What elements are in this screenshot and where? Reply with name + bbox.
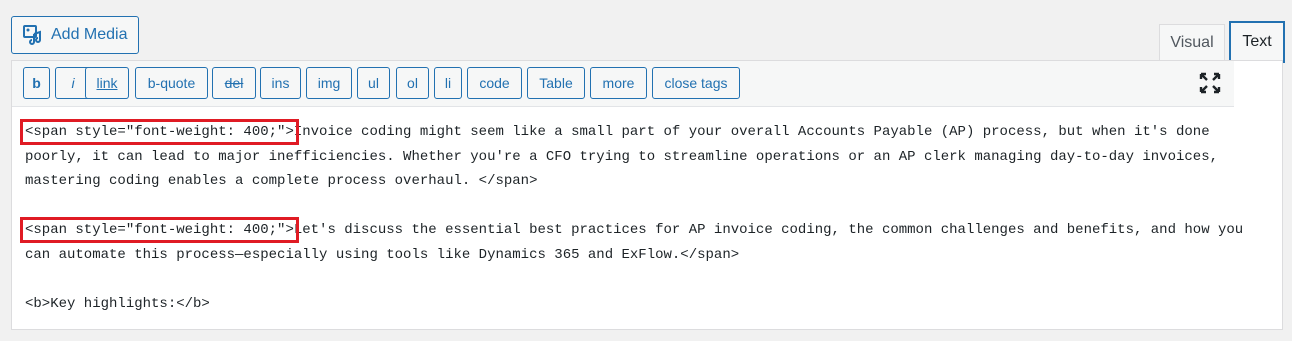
add-media-button[interactable]: Add Media — [11, 16, 139, 54]
ol-button[interactable]: ol — [396, 67, 429, 99]
add-media-label: Add Media — [51, 26, 128, 43]
close-tags-button[interactable]: close tags — [652, 67, 740, 99]
text-editor: b i link b-quote del ins img ul ol li co… — [11, 60, 1283, 330]
link-button[interactable]: link — [85, 67, 129, 99]
paragraph-2: <span style="font-weight: 400;">Let's di… — [20, 217, 1265, 267]
highlighted-span-tag: <span style="font-weight: 400;"> — [20, 217, 299, 244]
add-media-icon — [23, 25, 41, 45]
li-button[interactable]: li — [434, 67, 462, 99]
paragraph-1: <span style="font-weight: 400;">Invoice … — [20, 119, 1265, 194]
tab-text[interactable]: Text — [1229, 21, 1285, 63]
highlighted-span-tag: <span style="font-weight: 400;"> — [20, 119, 299, 145]
img-button[interactable]: img — [306, 67, 352, 99]
ul-button[interactable]: ul — [357, 67, 390, 99]
blockquote-button[interactable]: b-quote — [135, 67, 208, 99]
bold-button[interactable]: b — [23, 67, 50, 99]
del-button[interactable]: del — [212, 67, 256, 99]
table-button[interactable]: Table — [527, 67, 585, 99]
fullscreen-icon[interactable] — [1198, 71, 1222, 95]
paragraph-3: <b>Key highlights:</b> — [25, 296, 210, 313]
tab-visual[interactable]: Visual — [1159, 24, 1225, 60]
code-content[interactable]: <span style="font-weight: 400;">Invoice … — [20, 119, 1265, 341]
quicktags-toolbar: b i link b-quote del ins img ul ol li co… — [12, 61, 1234, 107]
more-button[interactable]: more — [590, 67, 647, 99]
code-button[interactable]: code — [467, 67, 522, 99]
ins-button[interactable]: ins — [260, 67, 301, 99]
